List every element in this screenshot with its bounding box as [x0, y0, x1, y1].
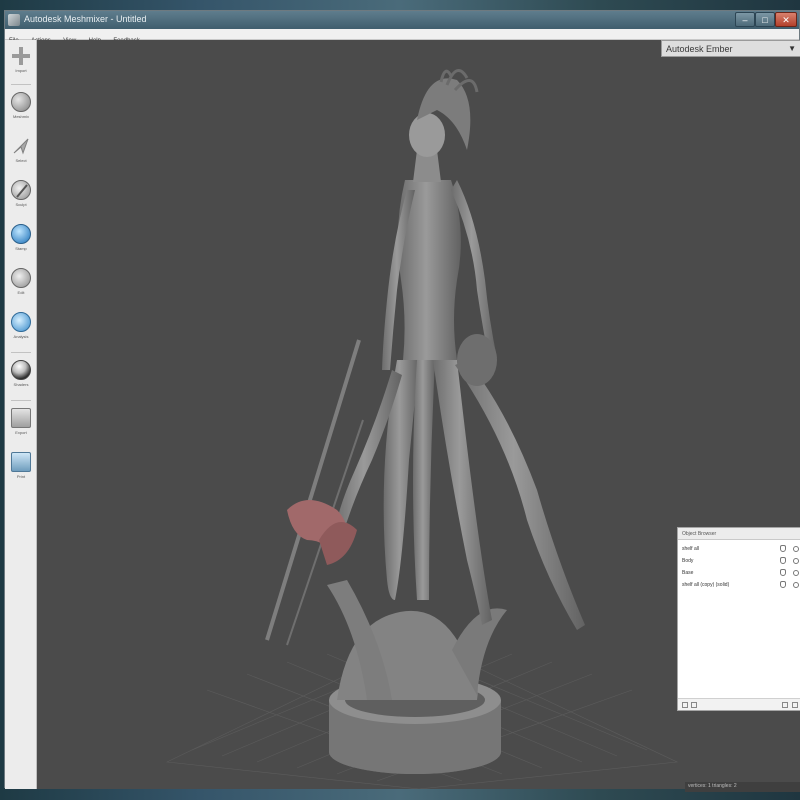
- object-name: Base: [682, 570, 694, 576]
- duplicate-icon[interactable]: [782, 702, 788, 708]
- tool-analysis[interactable]: Analysis: [6, 308, 36, 348]
- object-row[interactable]: Base: [678, 568, 800, 578]
- visibility-icon[interactable]: [780, 569, 786, 576]
- analysis-icon: [11, 312, 31, 332]
- lock-icon[interactable]: [793, 582, 799, 588]
- status-bar: vertices: 1 triangles: 2: [685, 782, 800, 792]
- tool-label: Analysis: [13, 334, 29, 339]
- new-object-icon[interactable]: [682, 702, 688, 708]
- tool-edit[interactable]: Edit: [6, 264, 36, 304]
- tool-label: Select: [15, 158, 27, 163]
- menu-bar: File Actions View Help Feedback: [5, 29, 799, 44]
- tool-stamp[interactable]: Stamp: [6, 220, 36, 260]
- app-window: Autodesk Meshmixer - Untitled – □ ✕ File…: [4, 10, 800, 792]
- object-row[interactable]: shelf all: [678, 544, 800, 554]
- minimize-button[interactable]: –: [735, 12, 755, 27]
- plus-icon: [11, 46, 31, 66]
- meshmix-icon: [11, 92, 31, 112]
- trash-icon[interactable]: [792, 702, 798, 708]
- maximize-button[interactable]: □: [755, 12, 775, 27]
- lock-icon[interactable]: [793, 570, 799, 576]
- stamp-icon: [11, 224, 31, 244]
- tool-sidebar: Import Meshmix Select Sculpt Stamp Edit: [5, 40, 37, 789]
- tool-label: Shaders: [13, 382, 29, 387]
- hand-ornament: [457, 334, 497, 386]
- status-text: vertices: 1 triangles: 2: [688, 783, 737, 789]
- object-row[interactable]: shelf all (copy) (solid): [678, 580, 800, 590]
- lock-icon[interactable]: [793, 558, 799, 564]
- head: [409, 113, 445, 157]
- tool-label: Edit: [17, 290, 25, 295]
- tool-label: Print: [16, 474, 26, 479]
- object-row[interactable]: Body: [678, 556, 800, 566]
- object-browser-footer: [678, 698, 800, 710]
- ember-title: Autodesk Ember: [666, 44, 733, 54]
- tool-label: Stamp: [15, 246, 27, 251]
- select-arrow-icon: [11, 136, 31, 156]
- tool-import[interactable]: Import: [6, 42, 36, 82]
- tool-print[interactable]: Print: [6, 448, 36, 488]
- tool-meshmix[interactable]: Meshmix: [6, 88, 36, 128]
- chevron-down-icon[interactable]: ▼: [788, 44, 796, 53]
- toolbar-divider: [11, 400, 31, 401]
- group-icon[interactable]: [691, 702, 697, 708]
- toolbar-divider: [11, 352, 31, 353]
- close-button[interactable]: ✕: [775, 12, 797, 27]
- print-icon: [11, 452, 31, 472]
- title-bar[interactable]: Autodesk Meshmixer - Untitled – □ ✕: [5, 11, 799, 29]
- tool-label: Import: [15, 68, 27, 73]
- visibility-icon[interactable]: [780, 557, 786, 564]
- object-browser-panel: Object Browser shelf all Body Base shelf…: [677, 527, 800, 711]
- toolbar-divider: [11, 84, 31, 85]
- object-name: shelf all: [682, 546, 699, 552]
- tool-shaders[interactable]: Shaders: [6, 356, 36, 396]
- visibility-icon[interactable]: [780, 545, 786, 552]
- shader-sphere-icon: [11, 360, 31, 380]
- brush-icon: [11, 180, 31, 200]
- object-name: shelf all (copy) (solid): [682, 582, 730, 588]
- object-name: Body: [682, 558, 694, 564]
- object-browser-title: Object Browser: [678, 528, 800, 540]
- app-icon: [8, 14, 20, 26]
- ember-panel-header[interactable]: Autodesk Ember ▼: [661, 40, 800, 57]
- edit-icon: [11, 268, 31, 288]
- visibility-icon[interactable]: [780, 581, 786, 588]
- tool-select[interactable]: Select: [6, 132, 36, 172]
- tool-label: Sculpt: [15, 202, 27, 207]
- tentacle-middle: [413, 360, 435, 600]
- tool-sculpt[interactable]: Sculpt: [6, 176, 36, 216]
- window-title: Autodesk Meshmixer - Untitled: [24, 14, 147, 24]
- tool-label: Export: [15, 430, 27, 435]
- lock-icon[interactable]: [793, 546, 799, 552]
- tool-export[interactable]: Export: [6, 404, 36, 444]
- tool-label: Meshmix: [12, 114, 29, 119]
- export-icon: [11, 408, 31, 428]
